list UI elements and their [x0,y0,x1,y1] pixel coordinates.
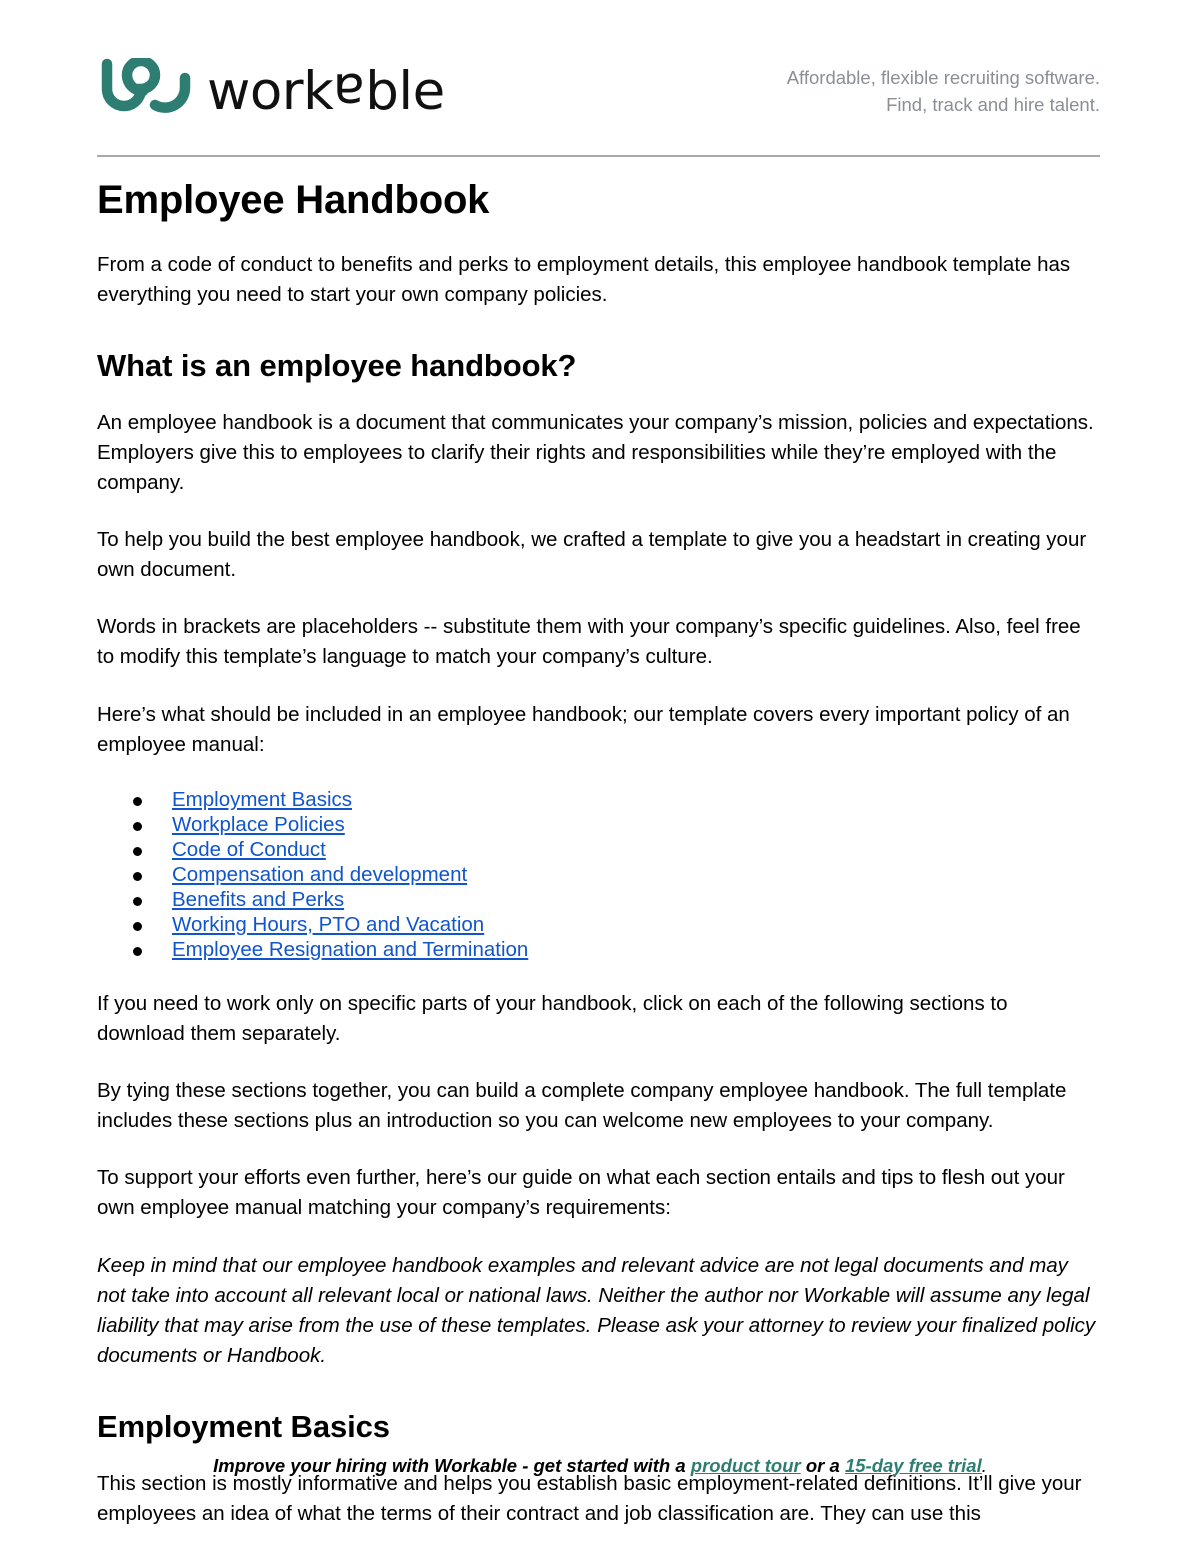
legal-disclaimer: Keep in mind that our employee handbook … [97,1253,1096,1367]
toc-link-working-hours-pto-and-vacation[interactable]: Working Hours, PTO and Vacation [172,913,484,936]
bullet-icon [133,922,142,932]
workable-brand: workable [97,55,445,122]
paragraph-download-separately: If you need to work only on specific par… [97,991,1008,1045]
page-footer: Improve your hiring with Workable - get … [0,1455,1200,1477]
bullet-icon [133,872,142,882]
section-heading-employment-basics: Employment Basics [97,1409,390,1445]
paragraph-support-efforts: To support your efforts even further, he… [97,1166,1065,1220]
footer-text-before: Improve your hiring with Workable - get … [213,1455,691,1476]
intro-paragraph: From a code of conduct to benefits and p… [97,252,1071,306]
list-item: Employment Basics [97,787,1100,812]
paragraph-placeholders: Words in brackets are placeholders -- su… [97,615,1081,669]
footer-text-middle: or a [800,1455,845,1476]
paragraph-definition: An employee handbook is a document that … [97,410,1094,494]
toc-link-employment-basics[interactable]: Employment Basics [172,788,352,811]
toc-link-compensation-and-development[interactable]: Compensation and development [172,863,467,886]
bullet-icon [133,797,142,807]
bullet-icon [133,822,142,832]
workable-wordmark: workable [207,60,445,122]
header-divider [97,155,1100,157]
bullet-icon [133,947,142,957]
toc-link-benefits-and-perks[interactable]: Benefits and Perks [172,888,344,911]
paragraph-tying-sections: By tying these sections together, you ca… [97,1079,1067,1133]
page-title: Employee Handbook [97,178,490,222]
workable-swirl-logo-icon [97,55,193,120]
list-item: Working Hours, PTO and Vacation [97,912,1100,937]
list-item: Compensation and development [97,862,1100,887]
list-item: Benefits and Perks [97,887,1100,912]
footer-link-free-trial[interactable]: 15-day free trial [845,1455,982,1476]
tagline-line-2: Find, track and hire talent. [886,93,1100,115]
document-header: workable Affordable, flexible recruiting… [97,52,1100,130]
paragraph-whats-included: Here’s what should be included in an emp… [97,702,1070,756]
document-content: Employee Handbook From a code of conduct… [97,178,1100,1529]
wordmark-rotated-a: a [333,60,366,122]
table-of-contents-list: Employment Basics Workplace Policies Cod… [97,787,1100,962]
bullet-icon [133,847,142,857]
toc-link-employee-resignation-and-termination[interactable]: Employee Resignation and Termination [172,938,528,961]
toc-link-workplace-policies[interactable]: Workplace Policies [172,813,345,836]
document-page: workable Affordable, flexible recruiting… [0,0,1200,1553]
section-heading-what-is-an-employee-handbook: What is an employee handbook? [97,348,577,384]
paragraph-template-headstart: To help you build the best employee hand… [97,528,1087,582]
paragraph-employment-basics-intro: This section is mostly informative and h… [97,1471,1082,1525]
footer-link-product-tour[interactable]: product tour [691,1455,801,1476]
bullet-icon [133,897,142,907]
list-item: Workplace Policies [97,812,1100,837]
tagline-line-1: Affordable, flexible recruiting software… [786,67,1100,88]
list-item: Employee Resignation and Termination [97,937,1100,962]
brand-tagline: Affordable, flexible recruiting software… [787,65,1100,119]
toc-link-code-of-conduct[interactable]: Code of Conduct [172,838,326,861]
list-item: Code of Conduct [97,837,1100,862]
footer-text-after: . [981,1455,987,1476]
